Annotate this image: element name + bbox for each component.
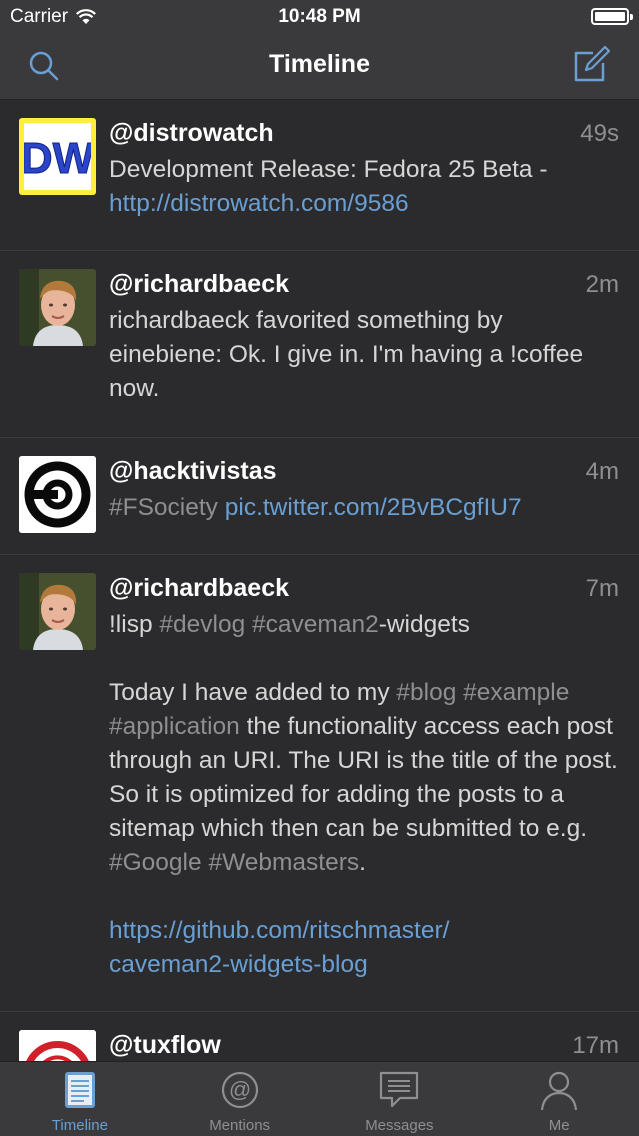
hashtag[interactable]: #Google — [109, 849, 202, 876]
tab-bar: Timeline @ Mentions Messages Me — [0, 1061, 639, 1136]
tweet-body: #FSociety pic.twitter.com/2BvBCgfIU7 — [109, 491, 621, 525]
nav-bar: Timeline — [0, 34, 639, 100]
tweet-text — [569, 679, 576, 706]
avatar[interactable] — [19, 269, 96, 346]
tweet-text — [245, 611, 252, 638]
tweet-text: richardbaeck favorited something by eine… — [109, 307, 590, 402]
hashtag[interactable]: #FSociety — [109, 494, 218, 521]
hashtag[interactable]: #devlog — [159, 611, 245, 638]
avatar[interactable] — [19, 573, 96, 650]
avatar[interactable] — [19, 1030, 96, 1061]
tweet-item[interactable]: @tuxflow 17m — [0, 1012, 639, 1061]
hashtag[interactable]: #example — [463, 679, 569, 706]
hashtag[interactable]: #application — [109, 713, 240, 740]
tweet-item[interactable]: DW @distrowatch 49s Development Release:… — [0, 100, 639, 251]
tab-label: Timeline — [51, 1117, 108, 1134]
tweet-time: 7m — [585, 575, 619, 602]
tweet-time: 49s — [580, 120, 619, 147]
compose-icon[interactable] — [571, 45, 611, 85]
messages-icon — [380, 1071, 419, 1108]
tweet-handle[interactable]: @richardbaeck — [109, 573, 621, 603]
tuxflow-logo — [19, 1030, 96, 1061]
status-bar: Carrier 10:48 PM — [0, 0, 639, 34]
person-photo — [19, 269, 96, 346]
person-icon — [541, 1071, 578, 1111]
svg-text:DW: DW — [24, 134, 91, 183]
tweet-handle[interactable]: @distrowatch — [109, 118, 621, 148]
tweet-body: richardbaeck favorited something by eine… — [109, 304, 621, 406]
hashtag[interactable]: #Webmasters — [208, 849, 359, 876]
tab-label: Messages — [365, 1117, 434, 1134]
tweet-handle[interactable]: @tuxflow — [109, 1030, 621, 1060]
tweet-link[interactable]: http://distrowatch.com/9586 — [109, 190, 409, 217]
tab-messages[interactable]: Messages — [320, 1062, 480, 1136]
avatar[interactable]: DW — [19, 118, 96, 195]
tweet-link[interactable]: pic.twitter.com/2BvBCgfIU7 — [225, 494, 522, 521]
tweet-time: 17m — [572, 1032, 619, 1059]
tweet-body: Development Release: Fedora 25 Beta - ht… — [109, 153, 621, 221]
battery-icon — [591, 8, 633, 25]
tweet-text: Development Release: Fedora 25 Beta - — [109, 156, 555, 183]
tab-mentions[interactable]: @ Mentions — [160, 1062, 320, 1136]
tab-me[interactable]: Me — [479, 1062, 639, 1136]
timeline-icon — [64, 1072, 95, 1108]
tweet-handle[interactable]: @richardbaeck — [109, 269, 621, 299]
tweet-text: !lisp — [109, 611, 160, 638]
tweet-time: 4m — [585, 458, 619, 485]
copyleft-logo — [19, 456, 96, 533]
hashtag[interactable]: #blog — [396, 679, 456, 706]
tweet-text: . — [359, 849, 366, 876]
tweet-handle[interactable]: @hacktivistas — [109, 456, 621, 486]
svg-text:@: @ — [228, 1077, 250, 1102]
tweet-text — [218, 494, 225, 521]
tab-label: Me — [548, 1117, 570, 1134]
person-photo — [19, 573, 96, 650]
tab-label: Mentions — [209, 1117, 271, 1134]
at-icon: @ — [221, 1071, 258, 1109]
avatar[interactable] — [19, 456, 96, 533]
tweet-item[interactable]: @hacktivistas 4m #FSociety pic.twitter.c… — [0, 438, 639, 555]
distrowatch-logo: DW — [20, 123, 95, 190]
tweet-item[interactable]: @richardbaeck 2m richardbaeck favorited … — [0, 251, 639, 438]
page-title: Timeline — [269, 50, 370, 78]
hashtag[interactable]: #caveman2 — [252, 611, 379, 638]
tweet-body: !lisp #devlog #caveman2-widgets Today I … — [109, 608, 621, 982]
tweet-link[interactable]: https://github.com/ritschmaster/ caveman… — [109, 917, 449, 978]
status-time: 10:48 PM — [278, 6, 361, 27]
timeline-list[interactable]: DW @distrowatch 49s Development Release:… — [0, 100, 639, 1061]
tweet-item[interactable]: @richardbaeck 7m !lisp #devlog #caveman2… — [0, 555, 639, 1012]
tweet-time: 2m — [585, 271, 619, 298]
tab-timeline[interactable]: Timeline — [0, 1062, 160, 1136]
